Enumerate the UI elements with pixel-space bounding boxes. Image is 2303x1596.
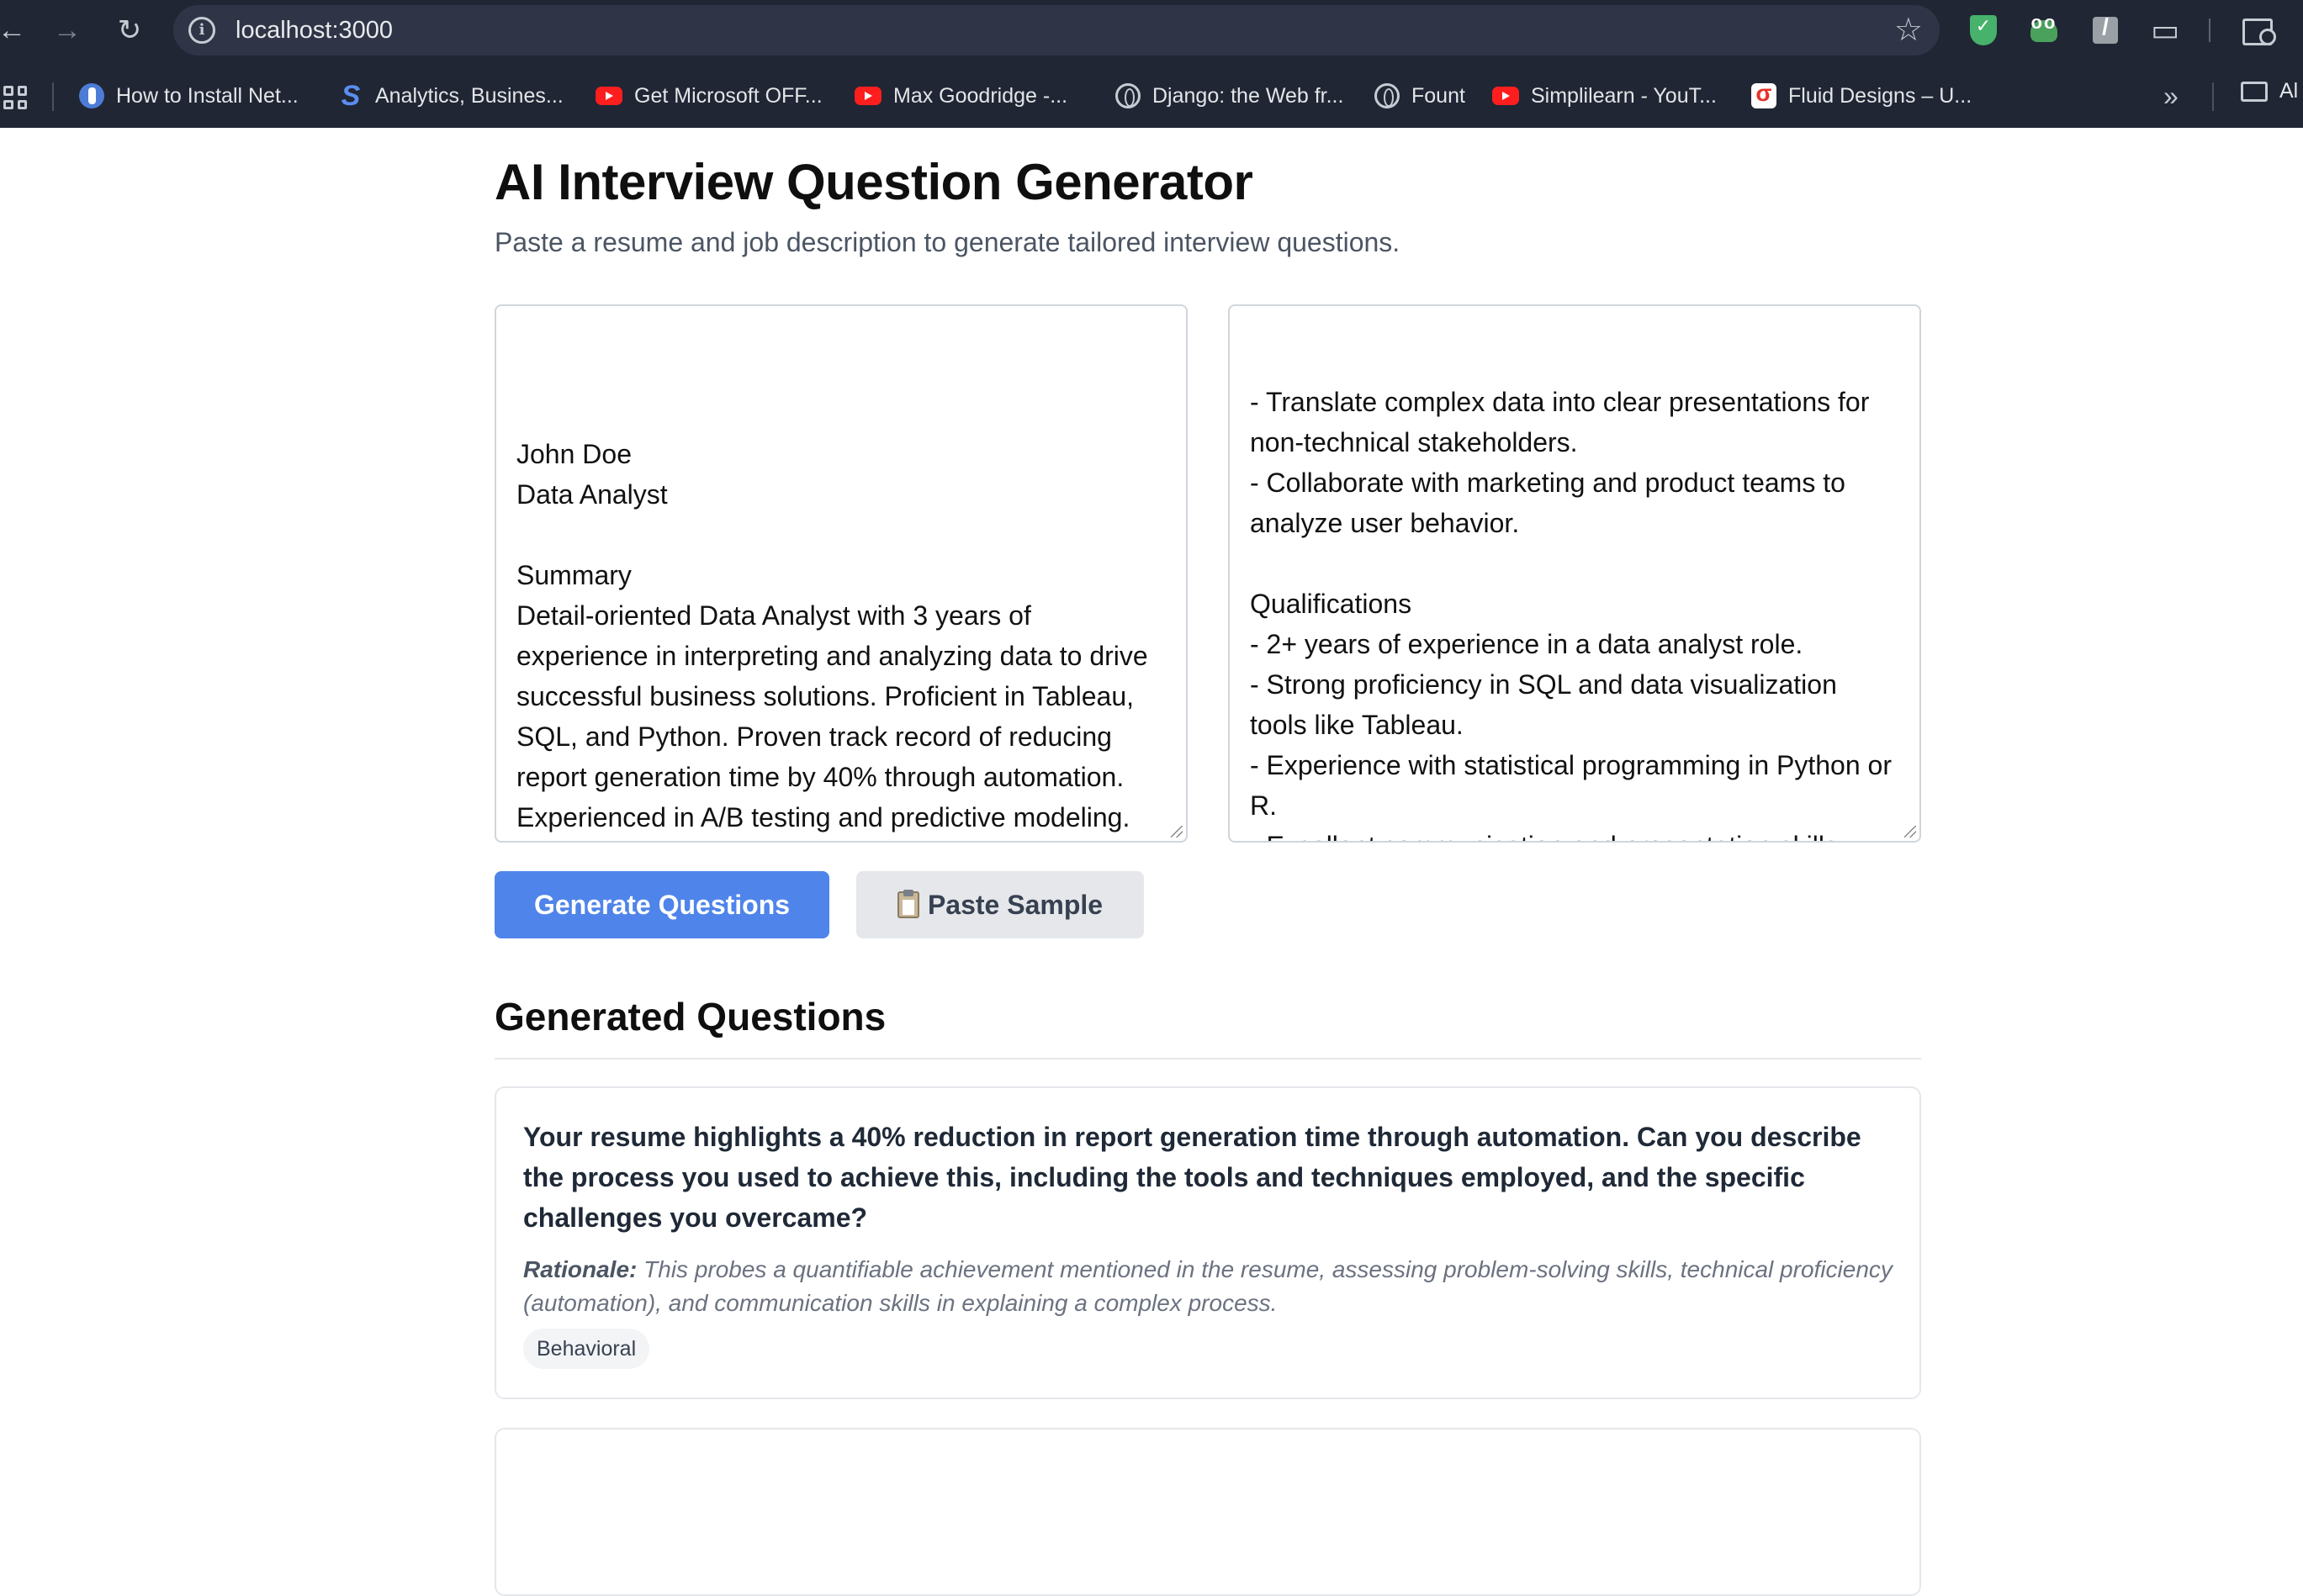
bookmark-item[interactable]: Fount: [1374, 79, 1465, 113]
bookmark-item[interactable]: Django: the Web fr...: [1115, 79, 1343, 113]
paste-sample-button[interactable]: Paste Sample: [856, 871, 1144, 938]
shield-extension-icon[interactable]: [1965, 12, 2002, 49]
bookmarks-divider: [2212, 82, 2214, 111]
back-icon[interactable]: ←: [0, 12, 30, 49]
dotnet-icon: [79, 83, 104, 108]
job-description-textarea[interactable]: - Translate complex data into clear pres…: [1228, 304, 1921, 843]
resume-textarea-text[interactable]: John Doe Data Analyst Summary Detail-ori…: [516, 434, 1166, 841]
globe-icon: [1115, 83, 1141, 108]
analytics-icon: S: [341, 80, 361, 112]
address-bar[interactable]: i localhost:3000 ☆: [173, 5, 1940, 55]
bookmark-label: Django: the Web fr...: [1152, 83, 1344, 108]
bookmark-item[interactable]: How to Install Net...: [79, 79, 299, 113]
bookmark-label: Analytics, Busines...: [375, 83, 564, 108]
bookmark-folder[interactable]: Al: [2241, 79, 2298, 103]
bookmark-item[interactable]: Simplilearn - YouT...: [1492, 79, 1717, 113]
address-bar-url[interactable]: localhost:3000: [236, 15, 393, 45]
rationale-label: Rationale:: [523, 1256, 638, 1282]
question-card: Your resume highlights a 40% reduction i…: [495, 1086, 1921, 1399]
side-panel-search-icon[interactable]: [2239, 12, 2276, 49]
fluid-icon: [1751, 80, 1776, 108]
job-description-textarea-text[interactable]: - Translate complex data into clear pres…: [1250, 382, 1899, 841]
youtube-icon: [596, 87, 622, 105]
results-heading: Generated Questions: [495, 995, 887, 1038]
resume-textarea[interactable]: John Doe Data Analyst Summary Detail-ori…: [495, 304, 1188, 843]
rationale-text: This probes a quantifiable achievement m…: [523, 1256, 1893, 1316]
resize-handle-icon[interactable]: [1904, 826, 1916, 838]
bookmarks-divider: [52, 82, 54, 111]
globe-icon: [1374, 83, 1400, 108]
reload-icon[interactable]: ↻: [111, 12, 148, 49]
youtube-icon: [855, 87, 881, 105]
bookmark-item[interactable]: Get Microsoft OFF...: [596, 79, 823, 113]
generate-questions-label: Generate Questions: [533, 889, 791, 920]
question-rationale: Rationale: This probes a quantifiable ac…: [523, 1253, 1903, 1320]
extensions-puzzle-icon[interactable]: ▭: [2147, 12, 2184, 49]
bookmark-label: Fluid Designs – U...: [1788, 83, 1972, 108]
toolbar-divider: [2209, 18, 2210, 42]
results-divider: [495, 1058, 1921, 1060]
bookmark-item[interactable]: S Analytics, Busines...: [338, 79, 564, 113]
more-bookmarks-icon[interactable]: »: [2163, 81, 2179, 112]
browser-toolbar: ← → ↻ i localhost:3000 ☆ ▭: [0, 0, 2303, 61]
bookmark-label: Max Goodridge -...: [893, 83, 1068, 108]
bookmark-label: Fount: [1411, 83, 1465, 108]
site-info-icon[interactable]: i: [188, 17, 215, 44]
resize-handle-icon[interactable]: [1171, 826, 1183, 838]
question-card: [495, 1428, 1921, 1596]
bookmark-folder-label: Al: [2279, 79, 2299, 103]
question-category-tag: Behavioral: [523, 1329, 650, 1369]
bookmarks-bar: How to Install Net... S Analytics, Busin…: [0, 61, 2303, 128]
bookmark-item[interactable]: Fluid Designs – U...: [1751, 79, 1972, 113]
bookmark-label: How to Install Net...: [116, 83, 299, 108]
bookmark-label: Simplilearn - YouT...: [1531, 83, 1717, 108]
page-subtitle: Paste a resume and job description to ge…: [495, 227, 1400, 257]
frog-extension-icon[interactable]: [2025, 12, 2062, 49]
forward-icon[interactable]: →: [49, 12, 86, 49]
note-extension-icon[interactable]: [2086, 12, 2125, 49]
paste-sample-label: Paste Sample: [927, 889, 1104, 920]
generate-questions-button[interactable]: Generate Questions: [495, 871, 829, 938]
question-text: Your resume highlights a 40% reduction i…: [523, 1122, 1861, 1233]
youtube-icon: [1492, 87, 1519, 105]
page-title: AI Interview Question Generator: [495, 154, 1253, 210]
clipboard-icon: [897, 890, 919, 918]
bookmark-star-icon[interactable]: ☆: [1894, 12, 1923, 49]
bookmark-label: Get Microsoft OFF...: [634, 83, 823, 108]
bookmark-item[interactable]: Max Goodridge -...: [855, 79, 1067, 113]
folder-icon: [2241, 81, 2268, 102]
apps-grid-icon[interactable]: [3, 86, 27, 109]
